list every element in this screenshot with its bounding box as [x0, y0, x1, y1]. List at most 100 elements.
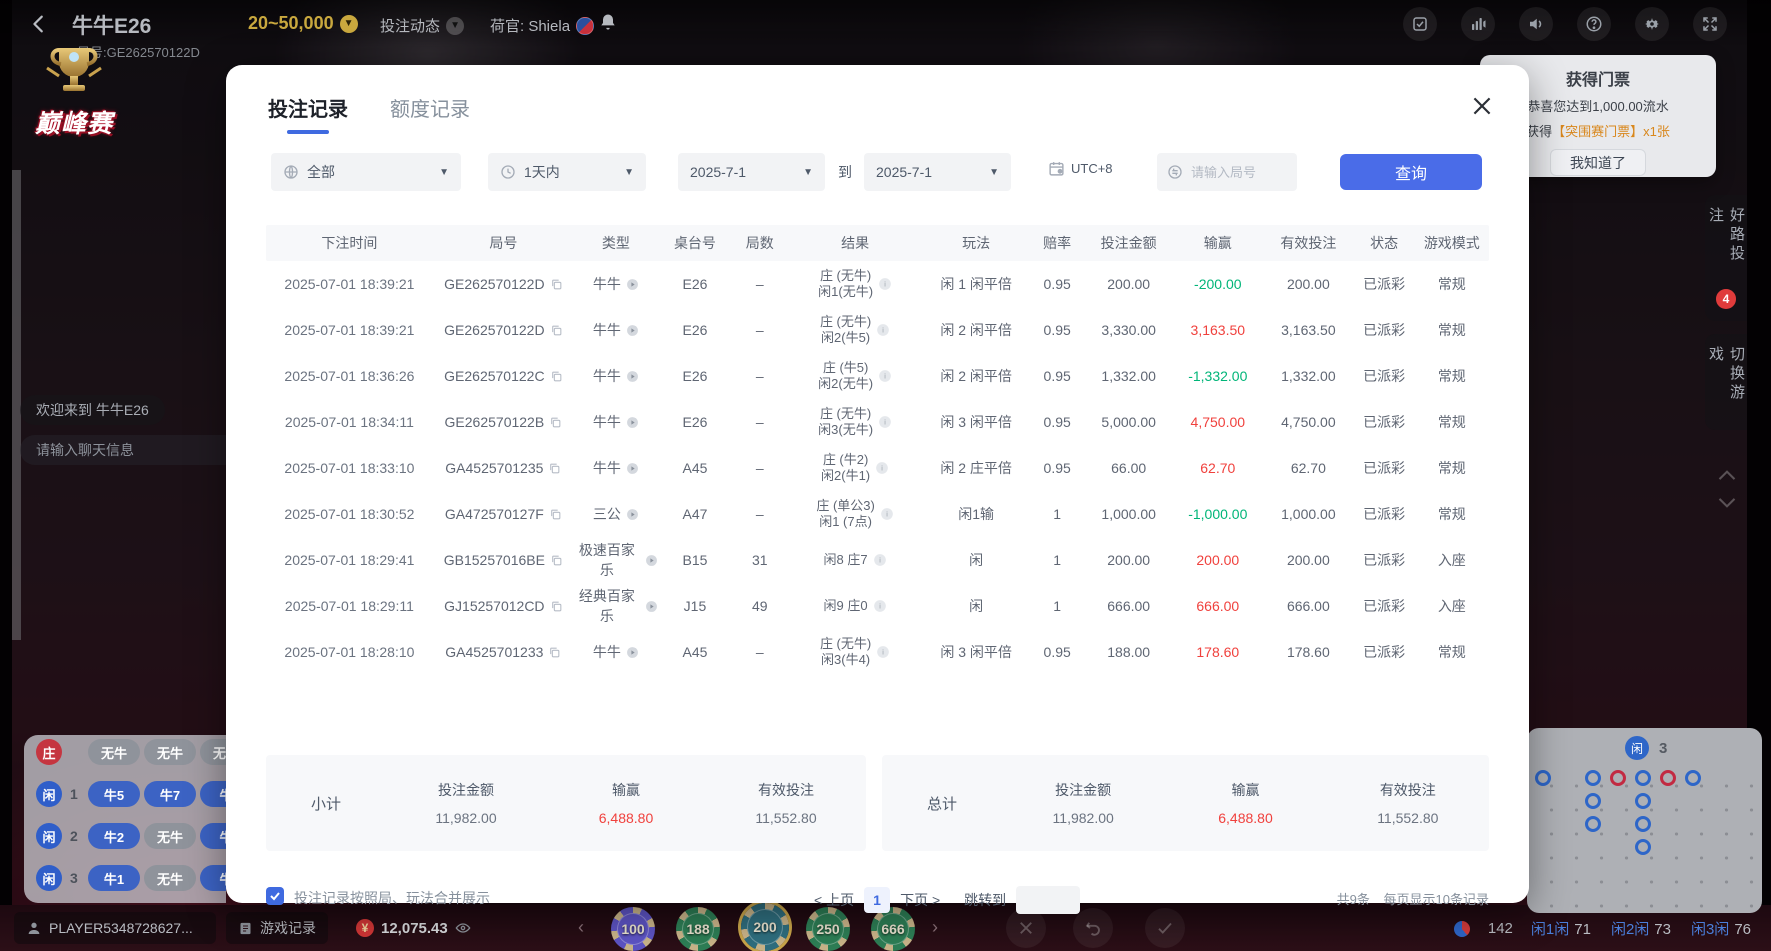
play-icon[interactable] [626, 646, 639, 659]
game-record-button[interactable]: 游戏记录 [226, 912, 328, 944]
bet-limit-dropdown[interactable]: 20~50,000 ▼ [248, 13, 358, 34]
roadmap-panel[interactable]: 闲 3 [1527, 728, 1762, 913]
total-winloss-header: 输赢 [1164, 780, 1326, 800]
category-select[interactable]: 全部 ▼ [271, 153, 461, 191]
cell-result: 庄 (无牛)闲3(无牛)i [787, 406, 922, 438]
tab-quota-records[interactable]: 额度记录 [390, 93, 470, 134]
scroll-up-button[interactable] [1717, 468, 1737, 482]
info-icon[interactable]: i [878, 415, 892, 429]
play-icon[interactable] [626, 370, 639, 383]
cell-result: 庄 (无牛)闲3(牛4)i [787, 636, 922, 668]
info-icon[interactable]: i [878, 369, 892, 383]
cell-amount: 666.00 [1085, 598, 1173, 614]
play-icon[interactable] [626, 508, 639, 521]
cancel-bets-button[interactable] [1006, 908, 1046, 948]
player-mark [1635, 793, 1651, 809]
sidebar-tab-good-road[interactable]: 好路投注 4 [1705, 195, 1747, 321]
cell-result: 庄 (无牛)闲2(牛5)i [787, 314, 922, 346]
cell-status: 已派彩 [1354, 550, 1415, 570]
back-button[interactable] [28, 13, 50, 35]
cell-result: 庄 (牛5)闲2(无牛)i [787, 360, 922, 392]
good-road-badge: 4 [1716, 289, 1736, 309]
pie-chart-icon [1454, 921, 1470, 937]
current-page[interactable]: 1 [864, 887, 890, 913]
cell-round: GB15257016BE [433, 552, 574, 568]
date-from-select[interactable]: 2025-7-1 ▼ [678, 153, 825, 191]
cell-type: 牛牛 [574, 274, 658, 294]
play-icon[interactable] [626, 462, 639, 475]
player-mark [1635, 770, 1651, 786]
cell-time: 2025-07-01 18:29:11 [266, 598, 433, 614]
copy-icon[interactable] [549, 508, 562, 521]
date-to-select[interactable]: 2025-7-1 ▼ [864, 153, 1011, 191]
sound-button[interactable] [1519, 7, 1553, 41]
info-icon[interactable]: i [873, 599, 887, 613]
chip-188[interactable]: 188 [676, 907, 720, 951]
modal-tabs: 投注记录 额度记录 [268, 93, 470, 134]
scroll-down-button[interactable] [1717, 496, 1737, 510]
info-icon[interactable]: i [876, 323, 890, 337]
play-icon[interactable] [626, 278, 639, 291]
play-icon[interactable] [645, 554, 658, 567]
tournament-badge-label: 巅峰赛 [14, 104, 134, 140]
player-mark [1585, 793, 1601, 809]
copy-icon[interactable] [550, 324, 563, 337]
copy-icon[interactable] [550, 554, 563, 567]
cell-odds: 0.95 [1030, 460, 1085, 476]
copy-icon[interactable] [549, 416, 562, 429]
chips-scroll-left-button[interactable]: ‹ [578, 917, 584, 938]
subtotal-winloss-value: 6,488.80 [546, 810, 706, 826]
confirm-bets-button[interactable] [1145, 908, 1185, 948]
copy-icon[interactable] [550, 370, 563, 383]
sidebar-tab-switch-game[interactable]: 切换游戏 [1705, 334, 1747, 430]
copy-icon[interactable] [548, 646, 561, 659]
subtotal-amount-value: 11,982.00 [386, 810, 546, 826]
video-quality-button[interactable] [1461, 7, 1495, 41]
info-icon[interactable]: i [880, 507, 894, 521]
info-icon[interactable]: i [875, 461, 889, 475]
merge-checkbox[interactable] [266, 887, 284, 905]
copy-icon[interactable] [548, 462, 561, 475]
chips-scroll-right-button[interactable]: › [932, 917, 938, 938]
undo-bet-button[interactable] [1073, 908, 1113, 948]
player-id-button[interactable]: PLAYER5348728627... [14, 912, 216, 944]
fullscreen-button[interactable] [1693, 7, 1727, 41]
chevron-up-icon [1717, 468, 1737, 482]
bet-trend-dropdown[interactable]: 投注动态 ▼ [380, 15, 464, 36]
time-range-select[interactable]: 1天内 ▼ [488, 153, 646, 191]
chip-100[interactable]: 100 [611, 907, 655, 951]
round-search-field[interactable] [1157, 153, 1297, 191]
copy-icon[interactable] [550, 278, 563, 291]
play-icon[interactable] [645, 600, 658, 613]
jump-to-input[interactable] [1016, 886, 1080, 914]
settings-button[interactable] [1635, 7, 1669, 41]
round-search-input[interactable] [1191, 165, 1291, 180]
currency-icon: ¥ [356, 919, 374, 937]
auto-confirm-button[interactable] [1403, 7, 1437, 41]
result-lines: 闲8 庄7 [824, 552, 868, 568]
help-button[interactable] [1577, 7, 1611, 41]
ticket-popup-confirm-button[interactable]: 我知道了 [1550, 149, 1646, 176]
tournament-badge[interactable]: 巅峰赛 [14, 40, 134, 148]
play-icon[interactable] [626, 416, 639, 429]
copy-icon[interactable] [550, 600, 563, 613]
modal-close-button[interactable] [1469, 93, 1495, 119]
cell-type: 三公 [574, 504, 658, 524]
info-icon[interactable]: i [873, 553, 887, 567]
hand-result-pill: 牛1 [88, 865, 140, 891]
info-icon[interactable]: i [878, 277, 892, 291]
eye-icon[interactable] [455, 920, 471, 936]
info-icon[interactable]: i [876, 645, 890, 659]
cell-valid: 178.60 [1263, 644, 1354, 660]
play-icon[interactable] [626, 324, 639, 337]
table-row: 2025-07-01 18:34:11GE262570122B牛牛E26–庄 (… [266, 399, 1489, 445]
prev-page-button[interactable]: < 上页 [814, 890, 854, 910]
next-page-button[interactable]: 下页 > [900, 890, 940, 910]
search-button[interactable]: 查询 [1340, 154, 1482, 190]
chat-input[interactable] [20, 435, 242, 465]
roadmap-stat: 闲2闲73 [1611, 918, 1671, 939]
total-label: 总计 [882, 793, 1002, 814]
tab-bet-records[interactable]: 投注记录 [268, 93, 348, 134]
notification-bell-button[interactable] [598, 12, 618, 32]
player-number: 3 [70, 870, 78, 886]
